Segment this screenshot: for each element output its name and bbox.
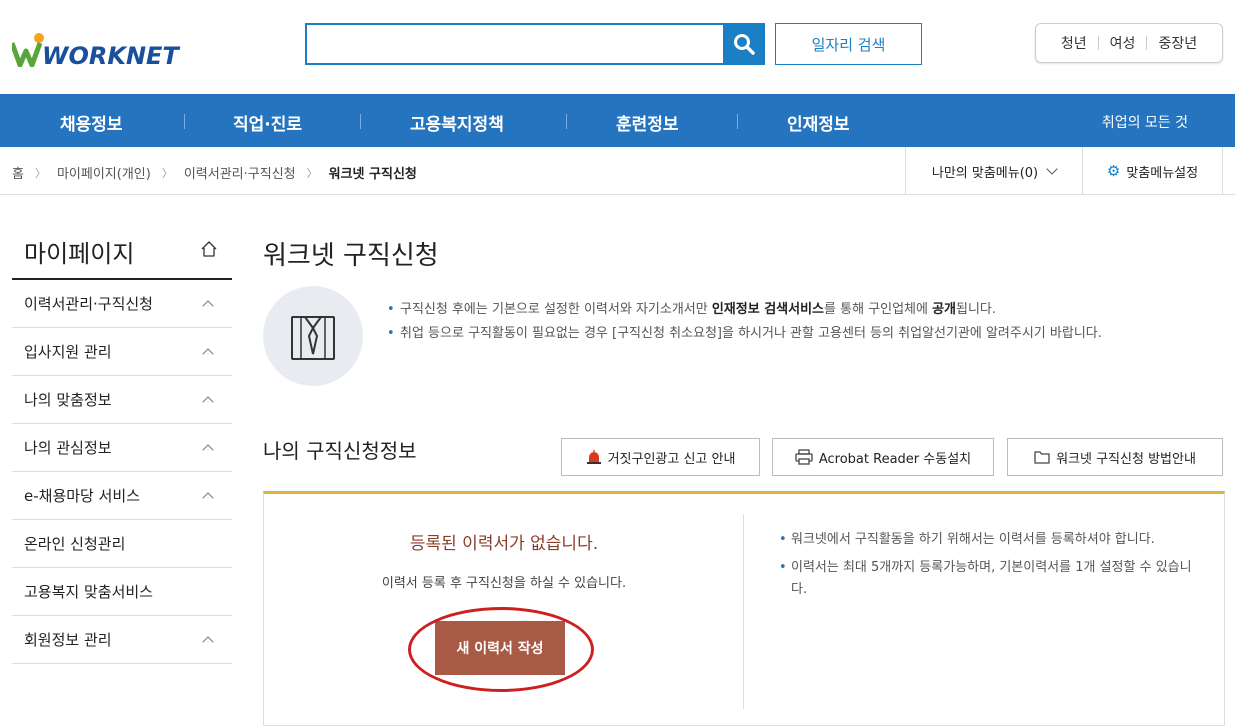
info-illustration bbox=[263, 286, 363, 386]
info-notice-list: 구직신청 후에는 기본으로 설정한 이력서와 자기소개서만 인재정보 검색서비스… bbox=[385, 300, 1225, 348]
notice-bold-text: 인재정보 검색서비스 bbox=[711, 302, 825, 317]
nav-item-career[interactable]: 직업·진로 bbox=[233, 110, 302, 135]
application-guide-button[interactable]: 워크넷 구직신청 방법안내 bbox=[1007, 438, 1223, 476]
sidebar-item-label: 고용복지 맞춤서비스 bbox=[24, 583, 153, 601]
breadcrumb-bar: 홈 〉 마이페이지(개인) 〉 이력서관리·구직신청 〉 워크넷 구직신청 나만… bbox=[0, 147, 1235, 195]
search-button[interactable] bbox=[723, 23, 765, 65]
gear-icon: ⚙ bbox=[1106, 162, 1121, 180]
note-item: 워크넷에서 구직활동을 하기 위해서는 이력서를 등록하셔야 합니다. bbox=[779, 529, 1199, 551]
sidebar-item-label: 이력서관리·구직신청 bbox=[24, 295, 153, 313]
sidebar-item-label: 입사지원 관리 bbox=[24, 343, 112, 361]
folder-icon bbox=[1034, 450, 1050, 464]
info-notice-item: 구직신청 후에는 기본으로 설정한 이력서와 자기소개서만 인재정보 검색서비스… bbox=[385, 300, 1225, 320]
sidebar-item-application-management[interactable]: 입사지원 관리 bbox=[12, 328, 232, 376]
menu-settings-button[interactable]: ⚙ 맞춤메뉴설정 bbox=[1083, 147, 1223, 195]
breadcrumb-home[interactable]: 홈 bbox=[12, 163, 24, 182]
no-resume-message: 등록된 이력서가 없습니다. bbox=[409, 534, 599, 554]
sidebar-item-e-recruitment[interactable]: e-채용마당 서비스 bbox=[12, 472, 232, 520]
sidebar-item-welfare-service[interactable]: 고용복지 맞춤서비스 bbox=[12, 568, 232, 616]
shirt-icon bbox=[291, 316, 335, 360]
site-header: WORKNET 일자리 검색 청년 여성 중장년 bbox=[0, 0, 1235, 94]
fake-job-ad-report-button[interactable]: 거짓구인광고 신고 안내 bbox=[561, 438, 760, 476]
new-resume-button[interactable]: 새 이력서 작성 bbox=[435, 621, 565, 675]
notice-text: 를 통해 구인업체에 bbox=[824, 302, 933, 317]
chevron-up-icon bbox=[202, 492, 214, 504]
sidebar-item-label: e-채용마당 서비스 bbox=[24, 487, 141, 505]
status-left: 등록된 이력서가 없습니다. 이력서 등록 후 구직신청을 하실 수 있습니다.… bbox=[264, 494, 744, 725]
nav-divider bbox=[566, 114, 567, 129]
notice-text: 됩니다. bbox=[956, 302, 997, 317]
nav-item-all-about-jobs[interactable]: 취업의 모든 것 bbox=[1102, 112, 1188, 132]
sidebar-item-online-application[interactable]: 온라인 신청관리 bbox=[12, 520, 232, 568]
apply-hint: 이력서 등록 후 구직신청을 하실 수 있습니다. bbox=[381, 576, 627, 591]
sidebar-item-label: 나의 관심정보 bbox=[24, 439, 112, 457]
home-icon[interactable] bbox=[200, 240, 218, 262]
breadcrumb-resume-management[interactable]: 이력서관리·구직신청 bbox=[184, 163, 296, 182]
sidebar-item-custom-info[interactable]: 나의 맞춤정보 bbox=[12, 376, 232, 424]
nav-item-welfare-policy[interactable]: 고용복지정책 bbox=[410, 110, 504, 135]
application-status-panel: 등록된 이력서가 없습니다. 이력서 등록 후 구직신청을 하실 수 있습니다.… bbox=[263, 491, 1225, 726]
sidebar-item-member-info[interactable]: 회원정보 관리 bbox=[12, 616, 232, 664]
my-menu-label: 나만의 맞춤메뉴(0) bbox=[931, 165, 1039, 181]
sidebar-item-resume-management[interactable]: 이력서관리·구직신청 bbox=[12, 280, 232, 328]
nav-divider bbox=[737, 114, 738, 129]
divider bbox=[743, 514, 744, 709]
chevron-right-icon: 〉 bbox=[34, 166, 46, 180]
link-youth[interactable]: 청년 bbox=[1050, 33, 1098, 53]
nav-item-jobs[interactable]: 채용정보 bbox=[60, 110, 123, 135]
chevron-up-icon bbox=[202, 348, 214, 360]
my-custom-menu-dropdown[interactable]: 나만의 맞춤메뉴(0) bbox=[905, 147, 1083, 195]
acrobat-install-button[interactable]: Acrobat Reader 수동설치 bbox=[772, 438, 994, 476]
chevron-up-icon bbox=[202, 636, 214, 648]
chevron-down-icon bbox=[1046, 163, 1058, 175]
nav-divider bbox=[184, 114, 185, 129]
breadcrumb-current: 워크넷 구직신청 bbox=[328, 167, 417, 182]
breadcrumb-mypage[interactable]: 마이페이지(개인) bbox=[57, 163, 151, 182]
sidebar-item-label: 나의 맞춤정보 bbox=[24, 391, 112, 409]
sidebar-item-label: 회원정보 관리 bbox=[24, 631, 112, 649]
siren-icon bbox=[586, 450, 602, 464]
chevron-up-icon bbox=[202, 396, 214, 408]
link-middle-aged[interactable]: 중장년 bbox=[1147, 33, 1208, 53]
job-search-button[interactable]: 일자리 검색 bbox=[775, 23, 922, 65]
chevron-right-icon: 〉 bbox=[306, 166, 318, 180]
nav-item-training[interactable]: 훈련정보 bbox=[616, 110, 679, 135]
sidebar-header: 마이페이지 bbox=[12, 228, 232, 280]
main-nav: 채용정보 직업·진로 고용복지정책 훈련정보 인재정보 취업의 모든 것 bbox=[0, 94, 1235, 147]
page-title: 워크넷 구직신청 bbox=[263, 241, 439, 271]
breadcrumb: 홈 〉 마이페이지(개인) 〉 이력서관리·구직신청 〉 워크넷 구직신청 bbox=[12, 163, 417, 183]
chevron-up-icon bbox=[202, 444, 214, 456]
link-women[interactable]: 여성 bbox=[1099, 33, 1147, 53]
section-title: 나의 구직신청정보 bbox=[263, 439, 417, 463]
printer-icon bbox=[795, 449, 813, 465]
button-label: Acrobat Reader 수동설치 bbox=[818, 451, 972, 467]
chevron-right-icon: 〉 bbox=[161, 166, 173, 180]
resume-notes: 워크넷에서 구직활동을 하기 위해서는 이력서를 등록하셔야 합니다. 이력서는… bbox=[779, 529, 1199, 607]
sidebar-item-interest-info[interactable]: 나의 관심정보 bbox=[12, 424, 232, 472]
search-input-wrapper bbox=[305, 23, 725, 65]
worknet-logo[interactable]: WORKNET bbox=[12, 30, 182, 70]
notice-bold-text: 공개 bbox=[932, 302, 957, 317]
note-item: 이력서는 최대 5개까지 등록가능하며, 기본이력서를 1개 설정할 수 있습니… bbox=[779, 557, 1199, 601]
menu-settings-label: 맞춤메뉴설정 bbox=[1126, 165, 1199, 181]
notice-text: 취업 등으로 구직활동이 필요없는 경우 [구직신청 취소요청]을 하시거나 관… bbox=[400, 326, 1102, 341]
button-label: 거짓구인광고 신고 안내 bbox=[607, 451, 736, 467]
search-icon bbox=[734, 34, 755, 55]
search-input[interactable] bbox=[307, 25, 723, 63]
nav-item-talent[interactable]: 인재정보 bbox=[787, 110, 850, 135]
sidebar-item-label: 온라인 신청관리 bbox=[24, 535, 126, 553]
target-group-links: 청년 여성 중장년 bbox=[1035, 23, 1223, 63]
nav-divider bbox=[360, 114, 361, 129]
notice-text: 구직신청 후에는 기본으로 설정한 이력서와 자기소개서만 bbox=[400, 302, 712, 317]
info-notice-item: 취업 등으로 구직활동이 필요없는 경우 [구직신청 취소요청]을 하시거나 관… bbox=[385, 324, 1225, 344]
chevron-up-icon bbox=[202, 300, 214, 312]
logo-mark: WORKNET bbox=[12, 33, 180, 67]
sidebar: 마이페이지 이력서관리·구직신청 입사지원 관리 나의 맞춤정보 나의 관심정보… bbox=[12, 228, 232, 664]
button-label: 워크넷 구직신청 방법안내 bbox=[1056, 451, 1196, 467]
svg-text:WORKNET: WORKNET bbox=[42, 42, 180, 67]
sidebar-title: 마이페이지 bbox=[24, 240, 135, 268]
